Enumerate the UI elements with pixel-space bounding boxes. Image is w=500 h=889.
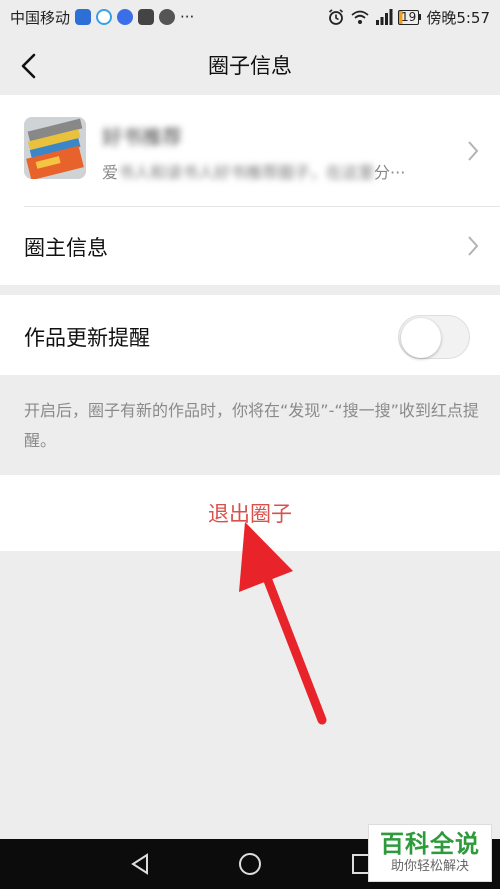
update-reminder-label: 作品更新提醒 xyxy=(24,326,150,350)
baidu-app-icon xyxy=(117,9,134,25)
chevron-right-icon xyxy=(468,141,479,161)
game-app-icon xyxy=(138,9,155,25)
status-bar: 中国移动 ··· 19 傍晚5:57 xyxy=(0,0,500,34)
owner-info-row[interactable]: 圈主信息 xyxy=(0,207,500,285)
circle-profile-row[interactable]: 好书推荐 爱书人和读书人好书推荐圈子，在这里分··· xyxy=(0,95,500,206)
desc-blurred: 书人和读书人好书推荐圈子，在这里 xyxy=(118,163,375,182)
home-circle-icon[interactable] xyxy=(237,851,263,877)
circle-description: 爱书人和读书人好书推荐圈子，在这里分··· xyxy=(102,159,405,183)
back-arrow-icon[interactable] xyxy=(14,50,46,82)
battery-level: 19 xyxy=(398,9,420,25)
chat-app-icon xyxy=(159,9,176,25)
watermark-brand: 百科全说 xyxy=(380,830,480,858)
circle-card: 好书推荐 爱书人和读书人好书推荐圈子，在这里分··· 圈主信息 xyxy=(0,95,500,285)
more-notifications: ··· xyxy=(180,8,195,26)
page-title: 圈子信息 xyxy=(208,54,292,78)
carrier-label: 中国移动 xyxy=(10,8,71,27)
update-reminder-row: 作品更新提醒 xyxy=(0,295,500,375)
battery-indicator: 19 xyxy=(398,9,422,25)
update-reminder-tip: 开启后，圈子有新的作品时，你将在“发现”-“搜一搜”收到红点提醒。 xyxy=(24,401,479,450)
wifi-icon xyxy=(351,10,369,24)
circle-avatar xyxy=(24,117,86,179)
clock: 傍晚5:57 xyxy=(426,8,490,27)
chevron-right-icon xyxy=(468,236,479,256)
battery-cap-icon xyxy=(419,14,422,20)
title-bar: 圈子信息 xyxy=(0,34,500,96)
circle-name: 好书推荐 xyxy=(102,125,182,149)
watermark-logo: 百科全说 助你轻松解决 xyxy=(368,824,492,882)
status-left: 中国移动 ··· xyxy=(10,7,194,28)
browser-app-icon xyxy=(96,9,113,25)
update-reminder-toggle[interactable] xyxy=(398,315,470,359)
back-triangle-icon[interactable] xyxy=(128,852,152,876)
exit-circle-button[interactable]: 退出圈子 xyxy=(0,475,500,551)
alarm-icon xyxy=(329,9,344,25)
book-stack-image xyxy=(24,117,86,179)
toggle-knob xyxy=(401,318,441,358)
shield-app-icon xyxy=(75,9,92,25)
owner-info-label: 圈主信息 xyxy=(24,236,108,260)
desc-prefix: 爱 xyxy=(102,163,119,182)
watermark-slogan: 助你轻松解决 xyxy=(390,859,469,874)
desc-suffix: 分··· xyxy=(374,163,406,182)
status-right: 19 傍晚5:57 xyxy=(327,7,490,28)
signal-icon xyxy=(376,9,393,25)
